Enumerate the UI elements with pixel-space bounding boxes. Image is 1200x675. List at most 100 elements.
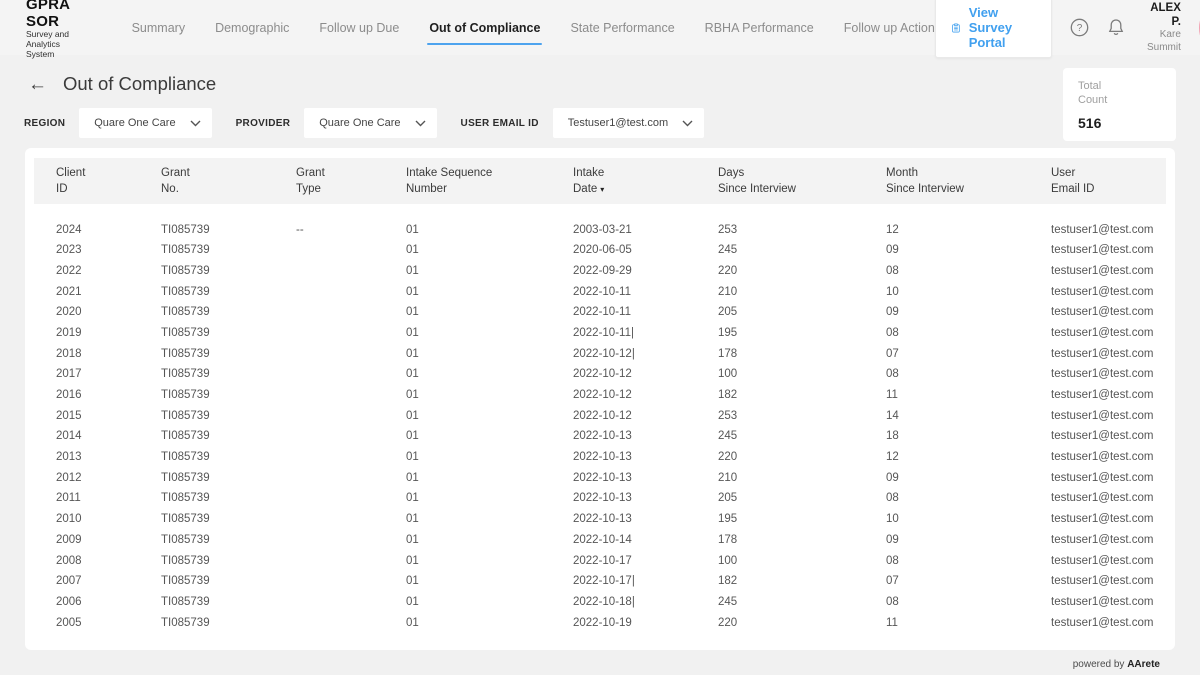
cell-intake-sequence-number: 01 xyxy=(406,265,573,277)
cell-grant-no: TI085739 xyxy=(161,306,296,318)
cell-client-id: 2011 xyxy=(56,492,161,504)
cell-user-email-id: testuser1@test.com xyxy=(1051,575,1166,587)
cell-user-email-id: testuser1@test.com xyxy=(1051,451,1166,463)
cell-user-email-id: testuser1@test.com xyxy=(1051,389,1166,401)
portal-button-label: View Survey Portal xyxy=(969,5,1035,50)
cell-grant-no: TI085739 xyxy=(161,513,296,525)
cell-client-id: 2016 xyxy=(56,389,161,401)
notifications-bell-icon[interactable] xyxy=(1107,18,1125,38)
table-row: 2023TI085739012020-06-0524509testuser1@t… xyxy=(34,240,1166,261)
cell-intake-sequence-number: 01 xyxy=(406,534,573,546)
cell-days-since-interview: 178 xyxy=(718,534,886,546)
powered-by-text: powered by xyxy=(1073,659,1125,670)
region-dropdown[interactable]: Quare One Care xyxy=(79,108,211,138)
user-organization: Kare Summit xyxy=(1147,29,1181,54)
user-email-id-filter-label: USER EMAIL ID xyxy=(461,118,539,129)
user-name: ALEX P. xyxy=(1147,1,1181,30)
clipboard-icon xyxy=(952,20,960,36)
cell-grant-no: TI085739 xyxy=(161,555,296,567)
tab-demographic[interactable]: Demographic xyxy=(215,15,289,41)
cell-intake-sequence-number: 01 xyxy=(406,224,573,236)
filter-bar: REGIONQuare One CarePROVIDERQuare One Ca… xyxy=(24,108,1200,138)
cell-user-email-id: testuser1@test.com xyxy=(1051,244,1166,256)
cell-client-id: 2005 xyxy=(56,617,161,629)
cell-client-id: 2023 xyxy=(56,244,161,256)
help-icon[interactable]: ? xyxy=(1070,18,1089,38)
cell-days-since-interview: 182 xyxy=(718,389,886,401)
top-nav: Summary Demographic Follow up Due Out of Co… xyxy=(132,15,935,41)
cell-intake-date: 2022-10-13 xyxy=(573,430,718,442)
total-count-value: 516 xyxy=(1078,115,1166,131)
cell-user-email-id: testuser1@test.com xyxy=(1051,472,1166,484)
cell-month-since-interview: 12 xyxy=(886,224,1051,236)
tab-state-performance[interactable]: State Performance xyxy=(570,15,674,41)
cell-days-since-interview: 220 xyxy=(718,265,886,277)
tab-rbha-performance[interactable]: RBHA Performance xyxy=(705,15,814,41)
tab-out-of-compliance[interactable]: Out of Compliance xyxy=(429,15,540,41)
cell-client-id: 2006 xyxy=(56,596,161,608)
table-row: 2014TI085739012022-10-1324518testuser1@t… xyxy=(34,426,1166,447)
column-header-grant-type: GrantType xyxy=(296,165,406,197)
app-logo: GPRA SOR Survey and Analytics System xyxy=(26,0,70,59)
cell-month-since-interview: 10 xyxy=(886,513,1051,525)
table-row: 2016TI085739012022-10-1218211testuser1@t… xyxy=(34,385,1166,406)
cell-days-since-interview: 100 xyxy=(718,555,886,567)
cell-intake-date: 2003-03-21 xyxy=(573,224,718,236)
cell-grant-no: TI085739 xyxy=(161,410,296,422)
table-row: 2006TI085739012022-10-18|24508testuser1@… xyxy=(34,592,1166,613)
user-block[interactable]: ALEX P. Kare Summit xyxy=(1147,1,1181,55)
provider-dropdown[interactable]: Quare One Care xyxy=(304,108,436,138)
cell-days-since-interview: 100 xyxy=(718,368,886,380)
cell-intake-date: 2022-10-11 xyxy=(573,306,718,318)
table-row: 2008TI085739012022-10-1710008testuser1@t… xyxy=(34,550,1166,571)
tab-summary[interactable]: Summary xyxy=(132,15,185,41)
back-arrow-icon[interactable]: ← xyxy=(28,75,47,94)
table-row: 2022TI085739012022-09-2922008testuser1@t… xyxy=(34,261,1166,282)
cell-days-since-interview: 245 xyxy=(718,596,886,608)
cell-month-since-interview: 11 xyxy=(886,389,1051,401)
cell-client-id: 2018 xyxy=(56,348,161,360)
chevron-down-icon xyxy=(190,120,201,127)
cell-user-email-id: testuser1@test.com xyxy=(1051,327,1166,339)
cell-client-id: 2014 xyxy=(56,430,161,442)
cell-month-since-interview: 09 xyxy=(886,306,1051,318)
cell-days-since-interview: 178 xyxy=(718,348,886,360)
cell-month-since-interview: 07 xyxy=(886,575,1051,587)
cell-user-email-id: testuser1@test.com xyxy=(1051,596,1166,608)
brand-name: AArete xyxy=(1127,659,1160,670)
user-email-id-dropdown[interactable]: Testuser1@test.com xyxy=(553,108,704,138)
app-bar: GPRA SOR Survey and Analytics System Sum… xyxy=(0,0,1200,55)
tab-follow-up-action[interactable]: Follow up Action xyxy=(844,15,935,41)
cell-client-id: 2009 xyxy=(56,534,161,546)
cell-intake-sequence-number: 01 xyxy=(406,368,573,380)
cell-client-id: 2007 xyxy=(56,575,161,587)
table-row: 2024TI085739--012003-03-2125312testuser1… xyxy=(34,219,1166,240)
cell-intake-date: 2022-10-12 xyxy=(573,368,718,380)
page-title: Out of Compliance xyxy=(63,73,216,95)
cell-client-id: 2020 xyxy=(56,306,161,318)
cell-days-since-interview: 195 xyxy=(718,513,886,525)
column-header-intake-date[interactable]: IntakeDate▾ xyxy=(573,165,718,197)
cell-client-id: 2008 xyxy=(56,555,161,567)
cell-month-since-interview: 11 xyxy=(886,617,1051,629)
column-header-intake-sequence-number: Intake SequenceNumber xyxy=(406,165,573,197)
cell-intake-sequence-number: 01 xyxy=(406,513,573,525)
column-header-user-email-id: UserEmail ID xyxy=(1051,165,1166,197)
cell-intake-date: 2022-10-13 xyxy=(573,513,718,525)
cell-days-since-interview: 220 xyxy=(718,617,886,629)
cell-month-since-interview: 09 xyxy=(886,472,1051,484)
cell-user-email-id: testuser1@test.com xyxy=(1051,265,1166,277)
svg-text:?: ? xyxy=(1076,23,1082,34)
cell-days-since-interview: 245 xyxy=(718,430,886,442)
cell-client-id: 2015 xyxy=(56,410,161,422)
cell-intake-sequence-number: 01 xyxy=(406,348,573,360)
view-survey-portal-button[interactable]: View Survey Portal xyxy=(935,0,1052,58)
total-count-label: Total Count xyxy=(1078,79,1166,108)
cell-grant-no: TI085739 xyxy=(161,617,296,629)
cell-grant-no: TI085739 xyxy=(161,327,296,339)
cell-user-email-id: testuser1@test.com xyxy=(1051,513,1166,525)
column-header-client-id: ClientID xyxy=(56,165,161,197)
cell-grant-no: TI085739 xyxy=(161,534,296,546)
cell-grant-no: TI085739 xyxy=(161,224,296,236)
tab-follow-up-due[interactable]: Follow up Due xyxy=(319,15,399,41)
